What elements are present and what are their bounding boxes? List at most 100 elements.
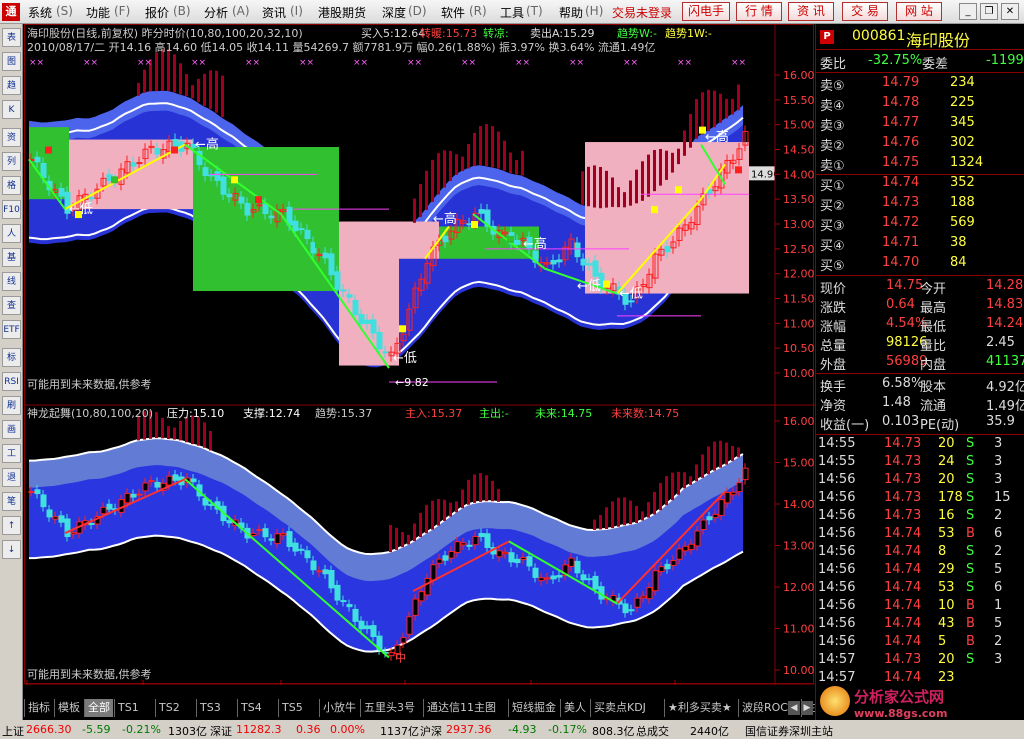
- sub-fire-bar: [395, 527, 398, 550]
- bar-icon[interactable]: K: [2, 100, 21, 119]
- tab-6[interactable]: TS4: [237, 699, 265, 717]
- news-button[interactable]: 资 讯: [788, 2, 834, 21]
- etf-icon[interactable]: ETF: [2, 320, 21, 339]
- cell: 1324: [950, 155, 984, 170]
- sub-candle: [472, 536, 479, 546]
- buy-level-3: 买③ 14.72 569: [816, 215, 1024, 234]
- candle: [58, 187, 65, 197]
- cell: 14.71: [882, 235, 920, 250]
- fire-bar: [485, 124, 488, 167]
- fire-bar: [725, 98, 728, 119]
- trend-icon[interactable]: 趋: [2, 76, 21, 95]
- tab-12[interactable]: 美人: [560, 699, 589, 717]
- close-icon[interactable]: ✕: [1001, 3, 1019, 20]
- stock-name[interactable]: 海印股份: [906, 27, 970, 51]
- sub-fire-bar: [635, 505, 638, 524]
- refresh-icon[interactable]: 刷: [2, 396, 21, 415]
- sub-fire-bar: [665, 476, 668, 506]
- sub-fire-bar: [461, 489, 464, 509]
- website-button[interactable]: 网 站: [896, 2, 942, 21]
- trade-status[interactable]: 交易未登录: [612, 4, 672, 21]
- zone-green: [193, 147, 339, 292]
- menu-help[interactable]: 帮助: [559, 4, 583, 21]
- fund-icon[interactable]: 基: [2, 248, 21, 267]
- tab-1[interactable]: 模板: [54, 699, 83, 717]
- menu-software[interactable]: 软件: [441, 4, 465, 21]
- tab-11[interactable]: 短线掘金: [508, 699, 559, 717]
- signal-square: [735, 166, 742, 174]
- signal-square: [255, 196, 262, 204]
- tab-10[interactable]: 通达信11主图: [423, 699, 499, 717]
- rsi-icon[interactable]: RSI: [2, 372, 21, 391]
- trade-button[interactable]: 交 易: [842, 2, 888, 21]
- fire-bar: [713, 90, 716, 128]
- menu-function[interactable]: 功能: [86, 4, 110, 21]
- candle: [328, 253, 335, 276]
- broker-name[interactable]: 国信证券深圳主站: [745, 723, 833, 739]
- restore-icon[interactable]: ❐: [980, 3, 998, 20]
- menu-tools[interactable]: 工具: [500, 4, 524, 21]
- tab-14[interactable]: ★利多买卖★: [664, 699, 735, 717]
- cell: 买②: [820, 199, 845, 214]
- sub-ytick-label: 11.00: [783, 623, 815, 636]
- tab-8[interactable]: 小放牛: [319, 699, 359, 717]
- fire-bar: [197, 78, 200, 103]
- signal-square: [399, 325, 406, 333]
- f10-icon[interactable]: F10: [2, 200, 21, 219]
- tab-9[interactable]: 五里头3号: [360, 699, 418, 717]
- candle: [478, 209, 485, 214]
- cell: 8: [938, 544, 947, 559]
- tab-scroll-left-icon[interactable]: ◀: [788, 701, 800, 715]
- top-marker: ××: [677, 58, 692, 68]
- minimize-icon[interactable]: _: [959, 3, 977, 20]
- cell: 14.28: [986, 278, 1024, 293]
- cell: 涨幅: [820, 320, 847, 335]
- table-icon[interactable]: 表: [2, 28, 21, 47]
- grid-icon[interactable]: 格: [2, 176, 21, 195]
- search-icon[interactable]: 查: [2, 296, 21, 315]
- sub-candle: [28, 491, 35, 494]
- tab-0[interactable]: 指标: [24, 699, 53, 717]
- tab-5[interactable]: TS3: [196, 699, 224, 717]
- menu-news[interactable]: 资讯: [262, 4, 286, 21]
- draw-icon[interactable]: 画: [2, 420, 21, 439]
- flash-trade-button[interactable]: 闪电手: [682, 2, 730, 21]
- menu-analysis[interactable]: 分析: [204, 4, 228, 21]
- pen-icon[interactable]: 笔: [2, 492, 21, 511]
- tab-scroll-right-icon[interactable]: ▶: [801, 701, 813, 715]
- menu-system[interactable]: 系统: [28, 4, 52, 21]
- sub-candle: [88, 522, 95, 525]
- info-icon[interactable]: 资: [2, 128, 21, 147]
- indicator-icon[interactable]: 标: [2, 348, 21, 367]
- tab-15[interactable]: 波段ROC: [738, 699, 791, 717]
- hs-index: 2937.36: [446, 723, 492, 736]
- tab-2[interactable]: 全部: [84, 699, 113, 717]
- tab-3[interactable]: TS1: [114, 699, 142, 717]
- down-arrow-icon[interactable]: ↓: [2, 540, 21, 559]
- quote-button[interactable]: 行 情: [736, 2, 782, 21]
- top-marker: ××: [191, 58, 206, 68]
- chart-area[interactable]: ←高 ←低 ←高 ←低 ←低 ←低 ←高 ←高 ←9.82 14.90 ×× ×× ×× ×× ×× ×× ××…: [24, 24, 815, 698]
- sub-candle: [466, 544, 473, 547]
- list-icon[interactable]: 列: [2, 152, 21, 171]
- sub-candle: [556, 575, 563, 578]
- tab-4[interactable]: TS2: [155, 699, 183, 717]
- menu-depth[interactable]: 深度: [382, 4, 406, 21]
- tools-icon[interactable]: 工: [2, 444, 21, 463]
- tab-13[interactable]: 买卖点KDJ: [590, 699, 649, 717]
- menu-hk-futures[interactable]: 港股期货: [318, 4, 366, 21]
- cell: 14.73: [884, 490, 922, 505]
- menu-quote[interactable]: 报价: [145, 4, 169, 21]
- sub-fire-bar: [389, 524, 392, 553]
- sub-candle: [298, 548, 305, 551]
- exit-icon[interactable]: 退: [2, 468, 21, 487]
- tab-7[interactable]: TS5: [278, 699, 306, 717]
- tick-row-12: 14:57 14.73 20 S 3: [816, 652, 1024, 669]
- people-icon[interactable]: 人: [2, 224, 21, 243]
- sz-amount: 1137亿: [380, 725, 419, 738]
- sell-level-3: 卖③ 14.77 345: [816, 115, 1024, 134]
- kline-icon[interactable]: 线: [2, 272, 21, 291]
- up-arrow-icon[interactable]: ↑: [2, 516, 21, 535]
- chart-icon[interactable]: 图: [2, 52, 21, 71]
- fire-bar: [137, 82, 140, 96]
